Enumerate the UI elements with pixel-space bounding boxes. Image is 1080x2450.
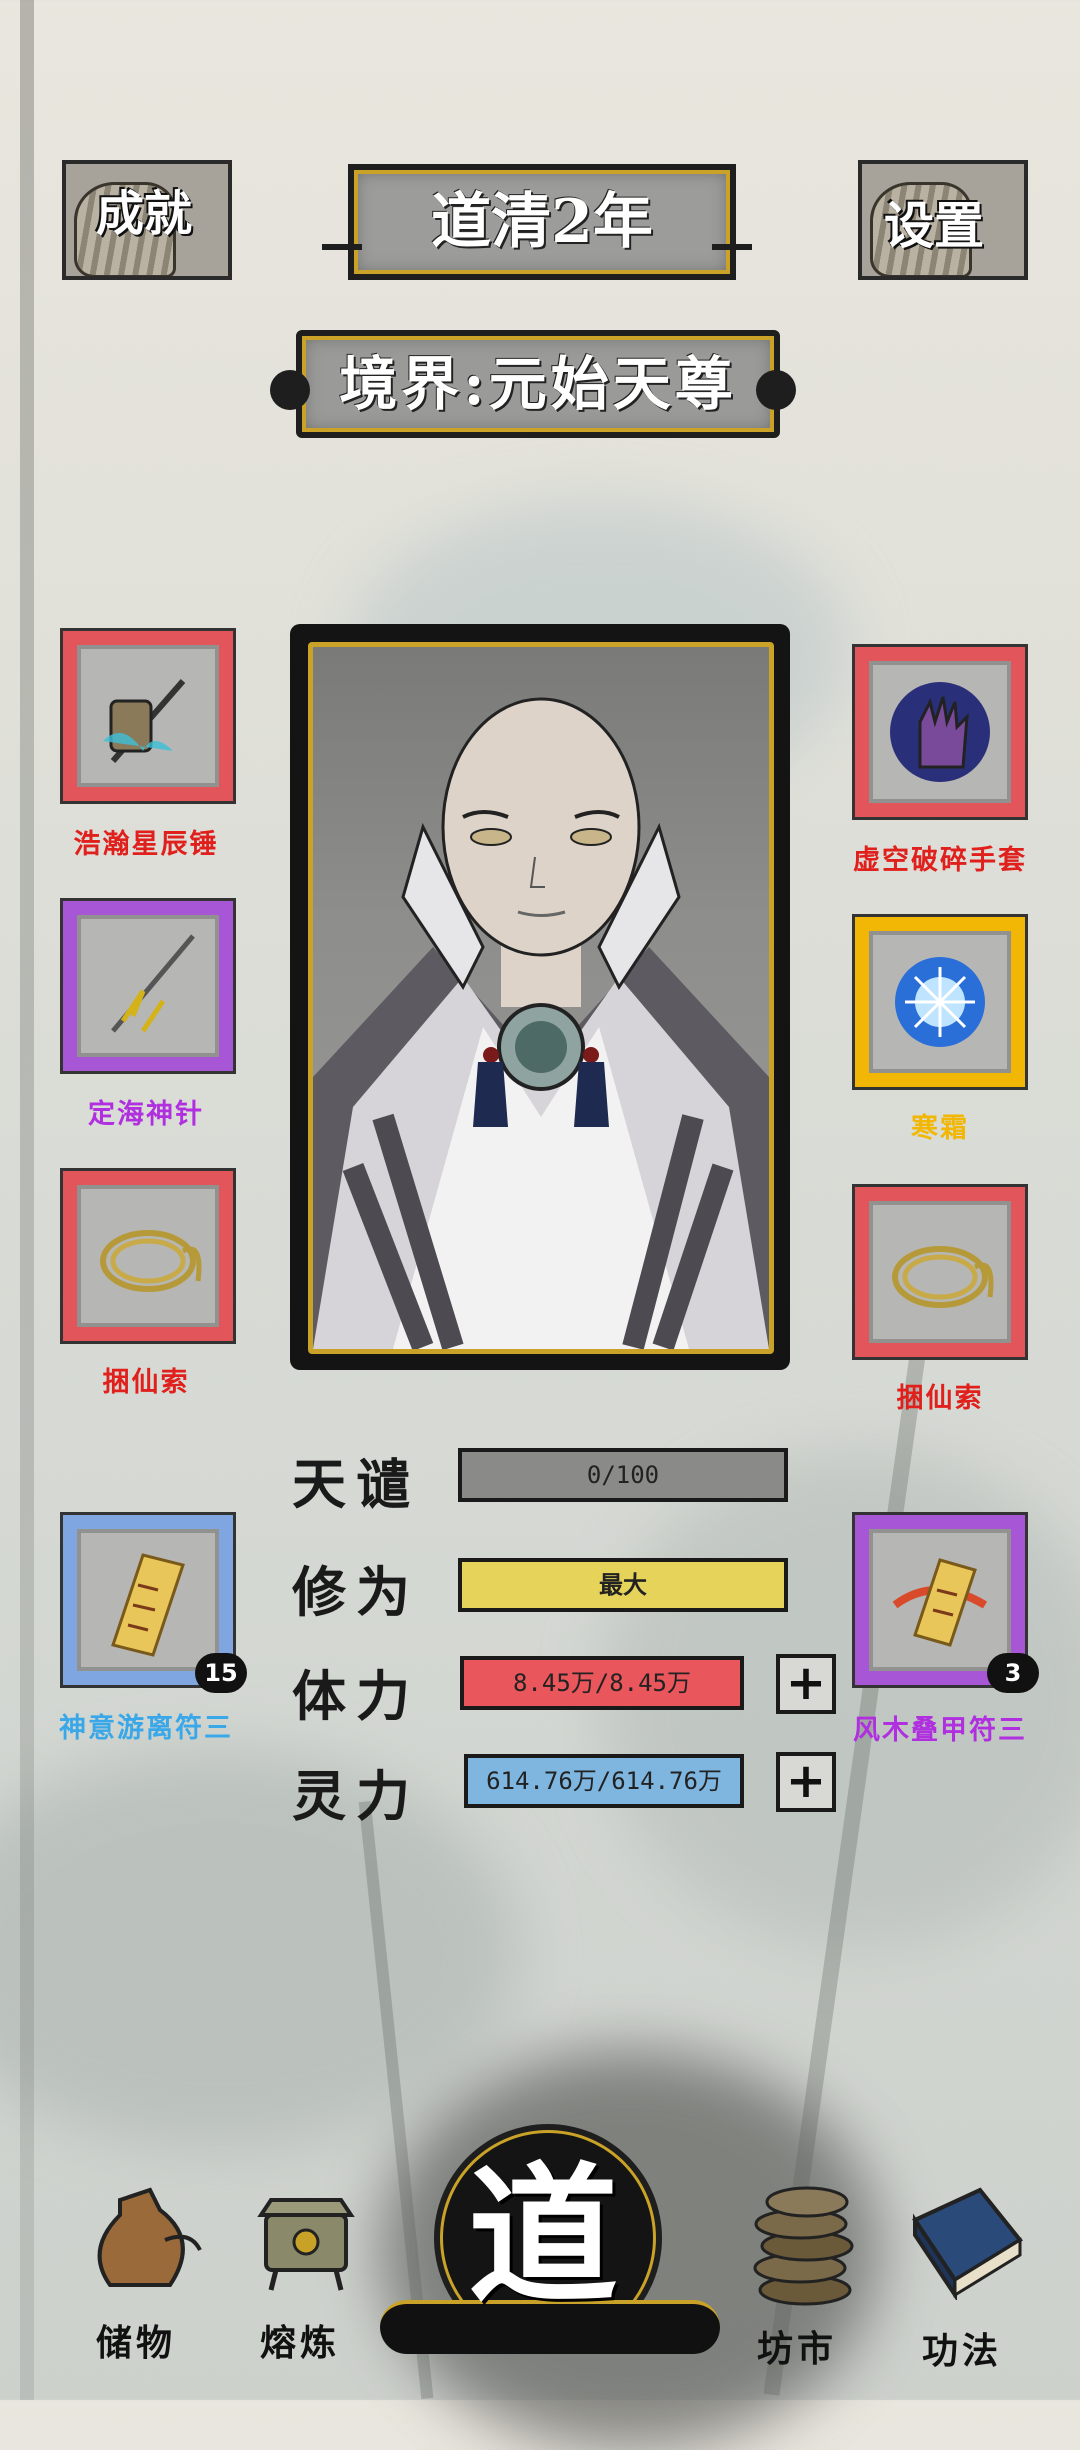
talisman-scroll-icon	[892, 1558, 988, 1647]
frost-orb-icon	[895, 957, 985, 1047]
nav-skills[interactable]: 功法	[890, 2180, 1040, 2390]
stat-value-tili: 8.45万/8.45万	[512, 1669, 692, 1697]
year-plaque: 道清2年	[348, 164, 736, 280]
equip-slot-left-2[interactable]	[60, 898, 236, 1074]
stat-label-xiuwei: 修为	[292, 1560, 420, 1624]
achievements-button[interactable]: 成就	[62, 160, 232, 280]
equip-slot-left-3[interactable]	[60, 1168, 236, 1344]
talisman-name-right: 风木叠甲符三	[853, 1715, 1027, 1746]
rope-icon	[892, 1246, 994, 1308]
nav-center-dao-button[interactable]: 道	[380, 2100, 720, 2360]
hammer-icon	[103, 679, 186, 763]
achievements-label: 成就	[96, 186, 193, 242]
talisman-scroll-icon	[111, 1553, 185, 1657]
equip-slot-left-1[interactable]	[60, 628, 236, 804]
talisman-slot-left[interactable]: 15	[60, 1512, 247, 1693]
talisman-count-right: 3	[987, 1653, 1039, 1693]
settings-label: 设置	[884, 196, 984, 255]
equip-name-right-2: 寒霜	[911, 1113, 969, 1144]
stat-value-xiuwei: 最大	[599, 1571, 647, 1599]
stat-bar-lingli: 614.76万/614.76万	[464, 1754, 744, 1808]
equip-name-right-3: 捆仙索	[896, 1383, 984, 1414]
nav-storage[interactable]: 储物	[70, 2180, 220, 2380]
stat-value-tianqian: 0/100	[586, 1461, 660, 1489]
equip-name-right-1: 虚空破碎手套	[853, 845, 1027, 876]
nav-refine[interactable]: 熔炼	[236, 2180, 386, 2380]
nav-storage-label: 储物	[96, 2322, 177, 2364]
talisman-slot-right[interactable]: 3	[852, 1512, 1039, 1693]
equip-name-left-2: 定海神针	[88, 1099, 204, 1130]
coin-stack-icon	[753, 2186, 854, 2306]
nav-market-label: 坊市	[757, 2328, 838, 2370]
realm-title: 境界:元始天尊	[339, 350, 737, 418]
talisman-count-left: 15	[195, 1653, 247, 1693]
stat-label-lingli: 灵力	[292, 1764, 420, 1828]
rope-icon	[100, 1230, 202, 1292]
stat-bar-tili: 8.45万/8.45万	[460, 1656, 744, 1710]
realm-scroll-right	[756, 370, 796, 410]
nav-skills-label: 功法	[922, 2330, 1003, 2372]
stat-label-tili: 体力	[292, 1664, 420, 1728]
cauldron-icon	[257, 2198, 355, 2291]
book-icon	[912, 2187, 1023, 2300]
settings-button[interactable]: 设置	[858, 160, 1028, 280]
equip-name-left-3: 捆仙索	[102, 1367, 190, 1398]
character-portrait	[313, 697, 769, 1349]
trident-icon	[111, 934, 195, 1033]
stat-label-tianqian: 天谴	[292, 1452, 420, 1516]
nav-market[interactable]: 坊市	[735, 2170, 885, 2390]
plaque-rod-right	[712, 244, 752, 250]
stat-bar-tianqian: 0/100	[458, 1448, 788, 1502]
gauntlet-icon	[890, 682, 990, 782]
dao-glyph: 道	[468, 2148, 619, 2324]
pouch-icon	[97, 2187, 202, 2287]
realm-plaque: 境界:元始天尊	[296, 330, 780, 438]
equip-name-left-1: 浩瀚星辰锤	[73, 829, 219, 860]
realm-scroll-left	[270, 370, 310, 410]
stat-bar-xiuwei: 最大	[458, 1558, 788, 1612]
year-title: 道清2年	[431, 187, 653, 257]
equip-slot-right-3[interactable]	[852, 1184, 1028, 1360]
nav-refine-label: 熔炼	[260, 2322, 341, 2364]
talisman-name-left: 神意游离符三	[59, 1713, 233, 1744]
lingli-add-button[interactable]: +	[776, 1752, 836, 1812]
equip-slot-right-1[interactable]	[852, 644, 1028, 820]
tili-add-button[interactable]: +	[776, 1654, 836, 1714]
character-portrait-frame[interactable]	[290, 624, 790, 1370]
plaque-rod-left	[322, 244, 362, 250]
equip-slot-right-2[interactable]	[852, 914, 1028, 1090]
stat-value-lingli: 614.76万/614.76万	[486, 1767, 722, 1795]
